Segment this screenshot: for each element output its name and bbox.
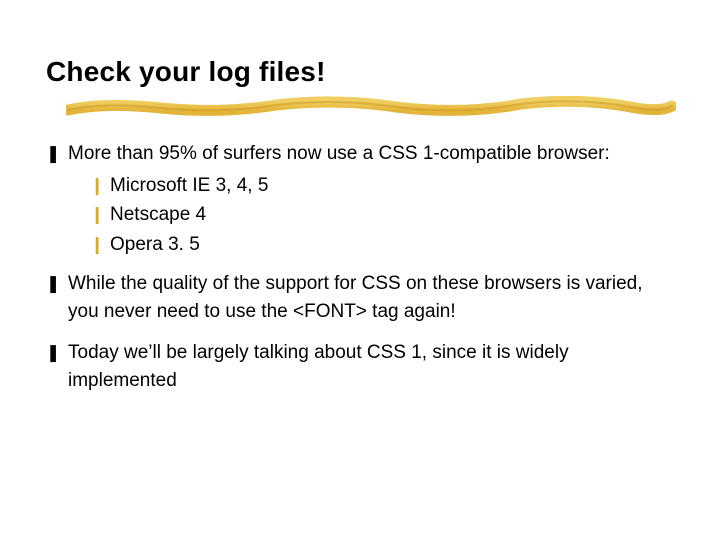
sub-bullet-glyph-icon: ❙ bbox=[90, 231, 110, 259]
bullet-text: Today we’ll be largely talking about CSS… bbox=[68, 339, 674, 394]
slide-title: Check your log files! bbox=[46, 56, 674, 88]
slide: Check your log files! ❚ More than 95% of… bbox=[0, 0, 720, 540]
sub-bullet-glyph-icon: ❙ bbox=[90, 201, 110, 229]
bullet-text: More than 95% of surfers now use a CSS 1… bbox=[68, 140, 674, 168]
sub-bullet-text: Microsoft IE 3, 4, 5 bbox=[110, 172, 674, 200]
slide-body: ❚ More than 95% of surfers now use a CSS… bbox=[46, 140, 674, 394]
sub-bullet-glyph-icon: ❙ bbox=[90, 172, 110, 200]
sub-bullet-item: ❙ Opera 3. 5 bbox=[90, 231, 674, 259]
sub-bullet-item: ❙ Microsoft IE 3, 4, 5 bbox=[90, 172, 674, 200]
sub-bullet-item: ❙ Netscape 4 bbox=[90, 201, 674, 229]
sub-bullet-text: Netscape 4 bbox=[110, 201, 674, 229]
bullet-glyph-icon: ❚ bbox=[46, 270, 68, 325]
bullet-item: ❚ While the quality of the support for C… bbox=[46, 270, 674, 325]
sub-bullet-text: Opera 3. 5 bbox=[110, 231, 674, 259]
bullet-item: ❚ More than 95% of surfers now use a CSS… bbox=[46, 140, 674, 168]
bullet-glyph-icon: ❚ bbox=[46, 339, 68, 394]
bullet-glyph-icon: ❚ bbox=[46, 140, 68, 168]
bullet-text: While the quality of the support for CSS… bbox=[68, 270, 674, 325]
title-underline bbox=[66, 96, 674, 118]
bullet-item: ❚ Today we’ll be largely talking about C… bbox=[46, 339, 674, 394]
